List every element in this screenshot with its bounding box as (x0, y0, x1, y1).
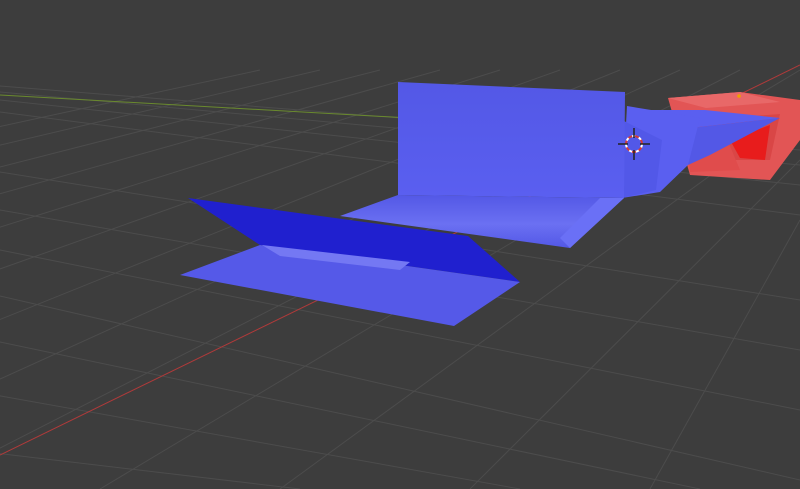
3d-viewport[interactable] (0, 0, 800, 489)
viewport-canvas[interactable] (0, 0, 800, 489)
object-origin-dot (737, 94, 741, 98)
